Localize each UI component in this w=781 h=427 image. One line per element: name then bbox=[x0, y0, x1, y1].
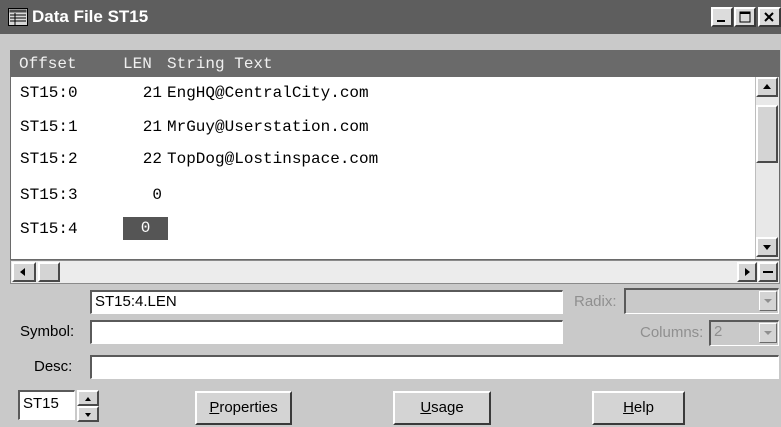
string-text-cell[interactable]: MrGuy@Userstation.com bbox=[167, 112, 369, 142]
len-cell[interactable]: 0 bbox=[117, 180, 162, 210]
vertical-scrollbar[interactable] bbox=[755, 77, 779, 259]
close-icon bbox=[764, 12, 774, 22]
scroll-up-button[interactable] bbox=[756, 77, 778, 97]
properties-button-label: roperties bbox=[219, 399, 278, 416]
horizontal-scrollbar[interactable] bbox=[10, 260, 780, 284]
offset-cell: ST15:3 bbox=[20, 186, 78, 204]
offset-cell: ST15:0 bbox=[20, 84, 78, 102]
properties-button[interactable]: Properties bbox=[195, 391, 292, 425]
scroll-left-icon bbox=[20, 268, 25, 276]
offset-cell: ST15:4 bbox=[20, 220, 78, 238]
usage-button-label: sage bbox=[431, 399, 464, 416]
data-grid[interactable]: Offset LEN String Text ST15:0 21 EngHQ@C… bbox=[10, 50, 780, 260]
minimize-icon bbox=[717, 20, 725, 22]
help-accelerator: H bbox=[623, 399, 634, 416]
address-field[interactable]: ST15:4.LEN bbox=[90, 290, 563, 314]
columns-value: 2 bbox=[714, 323, 723, 340]
desc-label: Desc: bbox=[34, 358, 73, 375]
len-cell[interactable]: 21 bbox=[117, 78, 162, 108]
data-file-window: Data File ST15 Offset LEN String Text ST… bbox=[0, 0, 781, 427]
help-button-label: elp bbox=[633, 399, 654, 416]
split-icon bbox=[763, 271, 773, 273]
table-row[interactable]: ST15:4 0 bbox=[11, 214, 755, 244]
scroll-right-icon bbox=[745, 268, 750, 276]
spin-down-button[interactable] bbox=[77, 406, 99, 422]
vertical-scroll-thumb[interactable] bbox=[756, 105, 778, 163]
usage-accelerator: U bbox=[420, 399, 432, 416]
usage-button[interactable]: Usage bbox=[393, 391, 491, 425]
column-header-offset[interactable]: Offset bbox=[19, 51, 77, 77]
properties-accelerator: P bbox=[209, 399, 220, 416]
column-header-len[interactable]: LEN bbox=[123, 51, 152, 77]
column-header-string-text[interactable]: String Text bbox=[167, 51, 273, 77]
scroll-down-icon bbox=[763, 245, 771, 250]
columns-select: 2 bbox=[709, 320, 779, 346]
len-cell[interactable]: 21 bbox=[117, 112, 162, 142]
maximize-icon bbox=[739, 11, 751, 23]
split-button[interactable] bbox=[758, 262, 778, 282]
table-row[interactable]: ST15:2 22 TopDog@Lostinspace.com bbox=[11, 144, 755, 174]
offset-cell: ST15:2 bbox=[20, 150, 78, 168]
offset-cell: ST15:1 bbox=[20, 118, 78, 136]
desc-field[interactable] bbox=[90, 355, 779, 379]
scroll-down-button[interactable] bbox=[756, 237, 778, 257]
dropdown-arrow-icon bbox=[764, 331, 772, 335]
window-title: Data File ST15 bbox=[32, 7, 149, 26]
table-row[interactable]: ST15:0 21 EngHQ@CentralCity.com bbox=[11, 78, 755, 108]
scroll-left-button[interactable] bbox=[12, 262, 36, 282]
spin-up-icon bbox=[85, 397, 91, 401]
len-cell[interactable]: 22 bbox=[117, 144, 162, 174]
radix-dropdown-button bbox=[759, 291, 777, 311]
symbol-field[interactable] bbox=[90, 320, 563, 344]
title-bar[interactable]: Data File ST15 bbox=[0, 0, 781, 34]
help-button[interactable]: Help bbox=[592, 391, 685, 425]
scroll-right-button[interactable] bbox=[737, 262, 757, 282]
columns-label: Columns: bbox=[640, 324, 704, 341]
dropdown-arrow-icon bbox=[764, 299, 772, 303]
radix-select bbox=[624, 288, 779, 314]
scroll-up-icon bbox=[763, 84, 771, 89]
radix-label: Radix: bbox=[574, 293, 617, 310]
spin-up-button[interactable] bbox=[77, 390, 99, 406]
string-text-cell[interactable]: EngHQ@CentralCity.com bbox=[167, 78, 369, 108]
table-row[interactable]: ST15:3 0 bbox=[11, 180, 755, 210]
file-number-field[interactable]: ST15 bbox=[18, 390, 75, 420]
len-cell-selected[interactable]: 0 bbox=[123, 217, 168, 240]
close-button[interactable] bbox=[758, 7, 781, 27]
horizontal-scroll-thumb[interactable] bbox=[38, 262, 60, 282]
spin-down-icon bbox=[85, 413, 91, 417]
maximize-button[interactable] bbox=[734, 7, 756, 27]
string-text-cell[interactable]: TopDog@Lostinspace.com bbox=[167, 144, 378, 174]
columns-dropdown-button bbox=[759, 323, 777, 343]
table-row[interactable]: ST15:1 21 MrGuy@Userstation.com bbox=[11, 112, 755, 142]
minimize-button[interactable] bbox=[711, 7, 733, 27]
symbol-label: Symbol: bbox=[20, 323, 75, 340]
data-file-icon[interactable] bbox=[8, 8, 28, 26]
grid-header: Offset LEN String Text bbox=[11, 51, 779, 77]
